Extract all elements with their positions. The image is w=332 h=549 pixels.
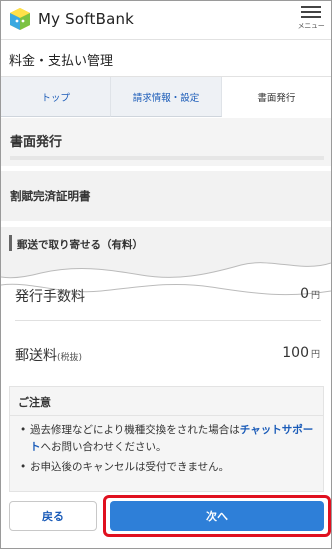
next-button-highlight: 次へ: [103, 495, 331, 537]
notice-item-tail: へお問い合わせください。: [40, 441, 167, 453]
app-header: My SoftBank メニュー: [1, 1, 331, 40]
delivery-method-text: 郵送で取り寄せる（有料）: [17, 239, 143, 251]
back-button[interactable]: 戻る: [9, 501, 97, 531]
document-type-text: 割賦完済証明書: [10, 189, 91, 203]
postage-tax-note: (税抜): [57, 353, 83, 363]
section-heading-text: 書面発行: [10, 135, 63, 150]
issue-fee-row: 発行手数料 0円: [9, 282, 324, 310]
bullet: •: [20, 424, 27, 436]
bullet: •: [20, 461, 27, 473]
notice-header: ご注意: [10, 387, 323, 416]
postage-label: 郵送料: [15, 348, 57, 364]
page-title: 料金・支払い管理: [9, 54, 114, 69]
next-button[interactable]: 次へ: [110, 501, 324, 531]
softbank-logo-icon: [10, 8, 30, 30]
postage-amount: 100 円: [282, 345, 320, 361]
menu-button[interactable]: メニュー: [297, 4, 325, 36]
fee-divider: [15, 320, 321, 321]
notice-item-text: お申込後のキャンセルは受付できません。: [30, 461, 230, 473]
postage-row: 郵送料(税抜) 100 円: [9, 341, 324, 369]
notice-list: • 過去修理などにより機種交換をされた場合はチャットサポートへお問い合わせください…: [10, 422, 323, 479]
notice-box: ご注意 • 過去修理などにより機種交換をされた場合はチャットサポートへお問い合わせ…: [9, 386, 324, 492]
progress-divider: [10, 156, 324, 160]
postage-label-group: 郵送料(税抜): [15, 345, 82, 365]
issue-fee-amount: 0円: [300, 286, 320, 302]
hamburger-icon: [301, 6, 321, 8]
document-type-heading: 割賦完済証明書: [1, 171, 331, 221]
tab-top[interactable]: トップ: [1, 77, 112, 117]
tab-billing-settings[interactable]: 請求情報・設定: [111, 77, 222, 117]
list-item: • お申込後のキャンセルは受付できません。: [20, 459, 315, 476]
brand-name: My SoftBank: [38, 10, 135, 28]
currency-unit: 円: [310, 291, 320, 301]
notice-item-text: 過去修理などにより機種交換をされた場合は: [30, 424, 240, 436]
postage-value: 100: [282, 345, 309, 361]
tab-bar: トップ 請求情報・設定 書面発行: [1, 77, 331, 117]
tab-document-issue[interactable]: 書面発行: [221, 77, 331, 117]
menu-label: メニュー: [297, 22, 325, 30]
issue-fee-label: 発行手数料: [15, 289, 85, 305]
hamburger-icon-bar: [301, 16, 321, 18]
issue-fee-value: 0: [300, 286, 309, 302]
screen: My SoftBank メニュー 料金・支払い管理 トップ 請求情報・設定 書面…: [0, 0, 332, 549]
currency-unit: 円: [310, 350, 320, 360]
hamburger-icon-bar: [301, 11, 321, 13]
page-title-row: 料金・支払い管理: [1, 40, 331, 77]
list-item: • 過去修理などにより機種交換をされた場合はチャットサポートへお問い合わせください…: [20, 422, 315, 456]
notice-title: ご注意: [18, 396, 51, 409]
